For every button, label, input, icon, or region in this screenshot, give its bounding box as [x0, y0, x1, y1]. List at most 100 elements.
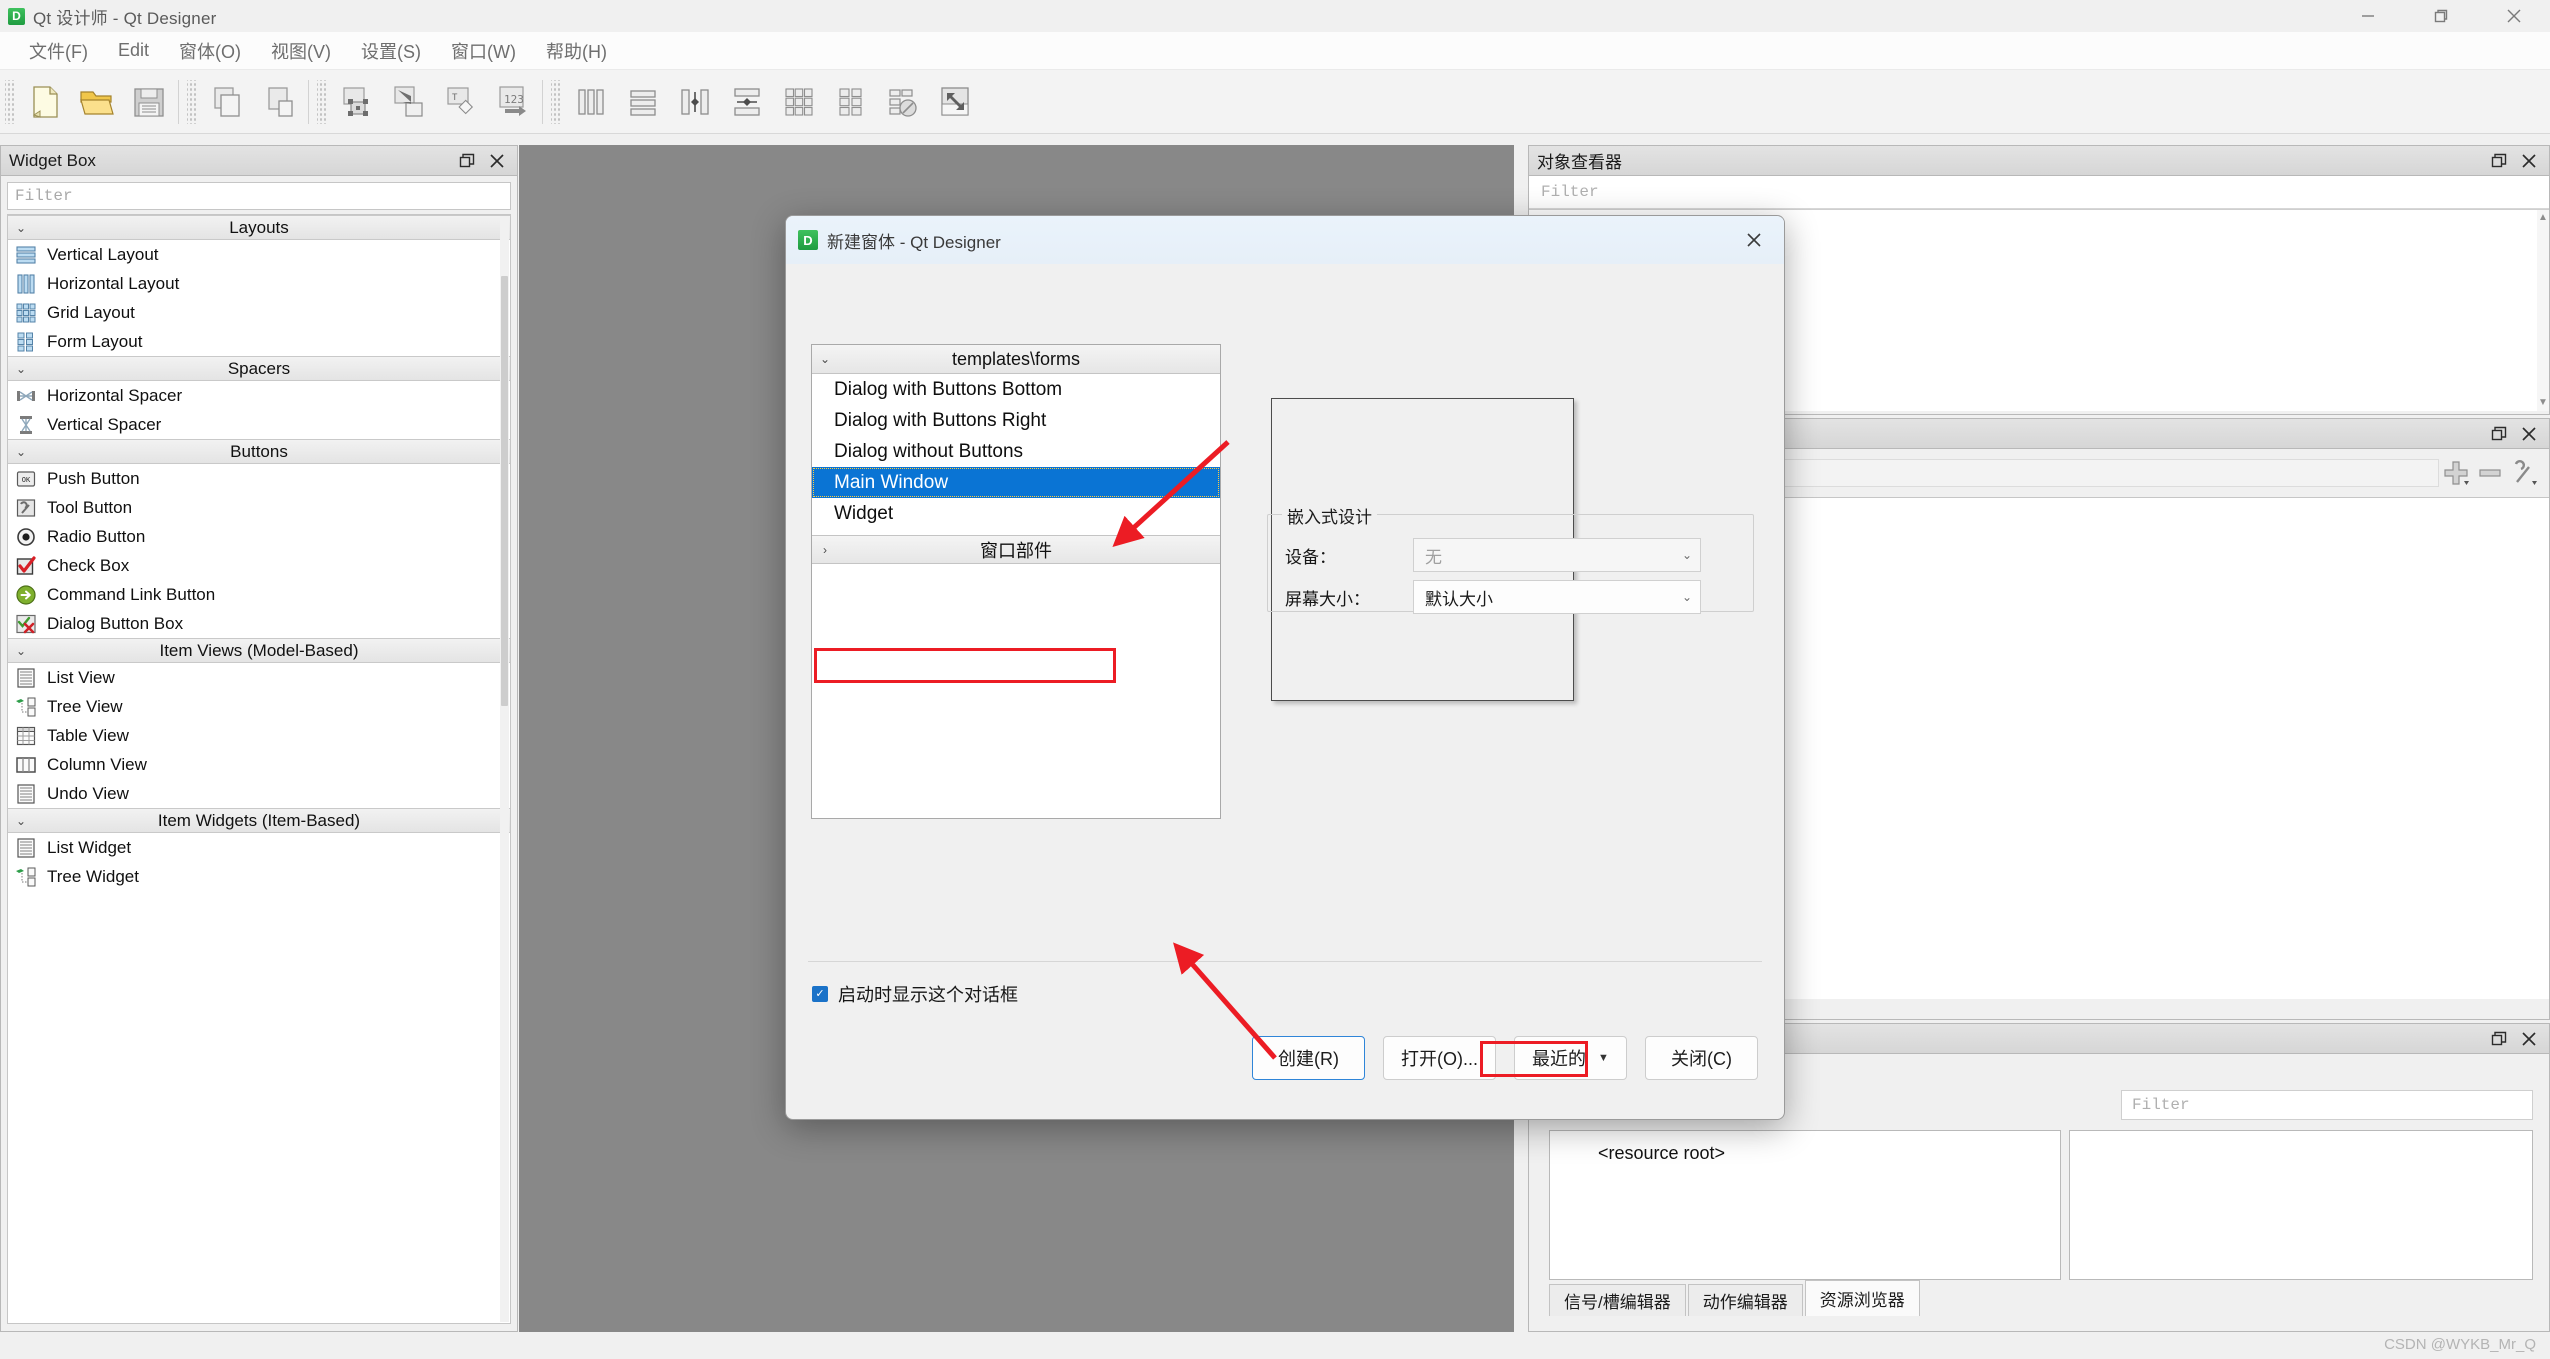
menu-help[interactable]: 帮助(H): [531, 34, 622, 68]
float-icon[interactable]: [457, 151, 477, 171]
widget-item-undo-view[interactable]: Undo View: [8, 779, 510, 808]
close-dialog-button[interactable]: 关闭(C): [1645, 1036, 1758, 1080]
show-on-startup-checkbox[interactable]: ✓: [812, 986, 828, 1002]
float-icon[interactable]: [2489, 1029, 2509, 1049]
widget-item-command-link-button[interactable]: Command Link Button: [8, 580, 510, 609]
toolbar-grip[interactable]: [551, 79, 560, 124]
widget-box-list[interactable]: ⌄ Layouts Vertical Layout Horizontal Lay…: [7, 214, 511, 1324]
tab-resource-browser[interactable]: 资源浏览器: [1804, 1280, 1920, 1316]
close-icon[interactable]: [487, 151, 507, 171]
widget-group-item-views[interactable]: ⌄ Item Views (Model-Based): [8, 638, 510, 663]
close-button[interactable]: [1734, 223, 1774, 257]
scrollbar-thumb[interactable]: [501, 276, 508, 706]
toolbar-grip[interactable]: [187, 79, 196, 124]
toolbar-grip[interactable]: [5, 79, 14, 124]
layout-form-icon[interactable]: [825, 76, 877, 128]
template-group-header[interactable]: ⌄ templates\forms: [812, 345, 1220, 374]
menu-view[interactable]: 视图(V): [256, 34, 346, 68]
create-button[interactable]: 创建(R): [1252, 1036, 1365, 1080]
menu-edit[interactable]: Edit: [103, 36, 164, 65]
minimize-button[interactable]: [2331, 0, 2404, 32]
template-list[interactable]: ⌄ templates\forms Dialog with Buttons Bo…: [811, 344, 1221, 819]
widget-item-list-view[interactable]: List View: [8, 663, 510, 692]
close-icon[interactable]: [2519, 424, 2539, 444]
tab-action-editor[interactable]: 动作编辑器: [1687, 1284, 1803, 1316]
menu-form[interactable]: 窗体(O): [164, 34, 256, 68]
layout-horizontally-icon[interactable]: [565, 76, 617, 128]
resource-preview-pane[interactable]: [2069, 1130, 2533, 1280]
screen-size-row: 屏幕大小： 默认大小 ⌄: [1285, 580, 1733, 614]
widget-item-vertical-spacer[interactable]: Vertical Spacer: [8, 410, 510, 439]
break-layout-icon[interactable]: [877, 76, 929, 128]
device-select[interactable]: 无 ⌄: [1413, 538, 1701, 572]
widget-item-radio-button[interactable]: Radio Button: [8, 522, 510, 551]
widget-item-column-view[interactable]: Column View: [8, 750, 510, 779]
add-icon[interactable]: [2439, 456, 2473, 490]
widget-item-horizontal-layout[interactable]: Horizontal Layout: [8, 269, 510, 298]
widget-item-tool-button[interactable]: Tool Button: [8, 493, 510, 522]
template-item-widget[interactable]: Widget: [812, 498, 1220, 529]
template-item-dialog-with-buttons-bottom[interactable]: Dialog with Buttons Bottom: [812, 374, 1220, 405]
layout-grid-icon[interactable]: [773, 76, 825, 128]
widget-group-spacers[interactable]: ⌄ Spacers: [8, 356, 510, 381]
layout-vertically-icon[interactable]: [617, 76, 669, 128]
widget-group-layouts[interactable]: ⌄ Layouts: [8, 215, 510, 240]
widget-item-vertical-layout[interactable]: Vertical Layout: [8, 240, 510, 269]
new-form-icon[interactable]: [19, 76, 71, 128]
template-item-dialog-with-buttons-right[interactable]: Dialog with Buttons Right: [812, 405, 1220, 436]
widget-group-item-widgets[interactable]: ⌄ Item Widgets (Item-Based): [8, 808, 510, 833]
screen-size-select[interactable]: 默认大小 ⌄: [1413, 580, 1701, 614]
widget-item-horizontal-spacer[interactable]: Horizontal Spacer: [8, 381, 510, 410]
menu-window[interactable]: 窗口(W): [436, 34, 531, 68]
maximize-button[interactable]: [2404, 0, 2477, 32]
widget-item-list-widget[interactable]: List Widget: [8, 833, 510, 862]
widget-box-filter-input[interactable]: Filter: [7, 182, 511, 210]
widget-item-tree-widget[interactable]: Tree Widget: [8, 862, 510, 891]
remove-icon[interactable]: [2473, 456, 2507, 490]
scroll-up-icon[interactable]: ▲: [2538, 212, 2548, 224]
open-button[interactable]: 打开(O)...: [1383, 1036, 1496, 1080]
resource-root-item[interactable]: <resource root>: [1550, 1131, 2060, 1164]
paste-icon[interactable]: [253, 76, 305, 128]
show-on-startup-row[interactable]: ✓ 启动时显示这个对话框: [812, 981, 1018, 1007]
widget-group-buttons[interactable]: ⌄ Buttons: [8, 439, 510, 464]
edit-buddies-icon[interactable]: T: [435, 76, 487, 128]
close-icon[interactable]: [2519, 1029, 2539, 1049]
widget-item-table-view[interactable]: Table View: [8, 721, 510, 750]
recent-button[interactable]: 最近的 ▼: [1514, 1036, 1627, 1080]
widget-item-dialog-button-box[interactable]: Dialog Button Box: [8, 609, 510, 638]
float-icon[interactable]: [2489, 151, 2509, 171]
close-button[interactable]: [2477, 0, 2550, 32]
edit-tab-order-icon[interactable]: 123: [487, 76, 539, 128]
widget-item-form-layout[interactable]: Form Layout: [8, 327, 510, 356]
template-group-widgets-header[interactable]: › 窗口部件: [812, 535, 1220, 564]
widget-item-label: Tree Widget: [47, 866, 139, 886]
widget-item-push-button[interactable]: OK Push Button: [8, 464, 510, 493]
edit-widgets-icon[interactable]: [331, 76, 383, 128]
resource-filter-input[interactable]: Filter: [2121, 1090, 2533, 1120]
widget-item-check-box[interactable]: Check Box: [8, 551, 510, 580]
close-icon[interactable]: [2519, 151, 2539, 171]
adjust-size-icon[interactable]: [929, 76, 981, 128]
layout-splitter-vertical-icon[interactable]: [721, 76, 773, 128]
template-item-main-window[interactable]: Main Window: [812, 467, 1220, 498]
menu-file[interactable]: 文件(F): [14, 34, 103, 68]
layout-splitter-horizontal-icon[interactable]: [669, 76, 721, 128]
menu-settings[interactable]: 设置(S): [346, 34, 436, 68]
open-folder-icon[interactable]: [71, 76, 123, 128]
edit-signals-slots-icon[interactable]: [383, 76, 435, 128]
save-icon[interactable]: [123, 76, 175, 128]
widget-box-scrollbar[interactable]: [500, 216, 509, 1322]
configure-icon[interactable]: [2507, 456, 2541, 490]
widget-item-tree-view[interactable]: Tree View: [8, 692, 510, 721]
template-item-dialog-without-buttons[interactable]: Dialog without Buttons: [812, 436, 1220, 467]
toolbar-grip[interactable]: [317, 79, 326, 124]
object-inspector-filter-input[interactable]: Filter: [1529, 176, 2549, 209]
resource-tree[interactable]: <resource root>: [1549, 1130, 2061, 1280]
float-icon[interactable]: [2489, 424, 2509, 444]
scroll-down-icon[interactable]: ▼: [2538, 397, 2548, 409]
object-inspector-scrollbar[interactable]: ▲ ▼: [2537, 210, 2549, 411]
tab-signal-slot-editor[interactable]: 信号/槽编辑器: [1549, 1284, 1686, 1316]
widget-item-grid-layout[interactable]: Grid Layout: [8, 298, 510, 327]
copy-icon[interactable]: [201, 76, 253, 128]
